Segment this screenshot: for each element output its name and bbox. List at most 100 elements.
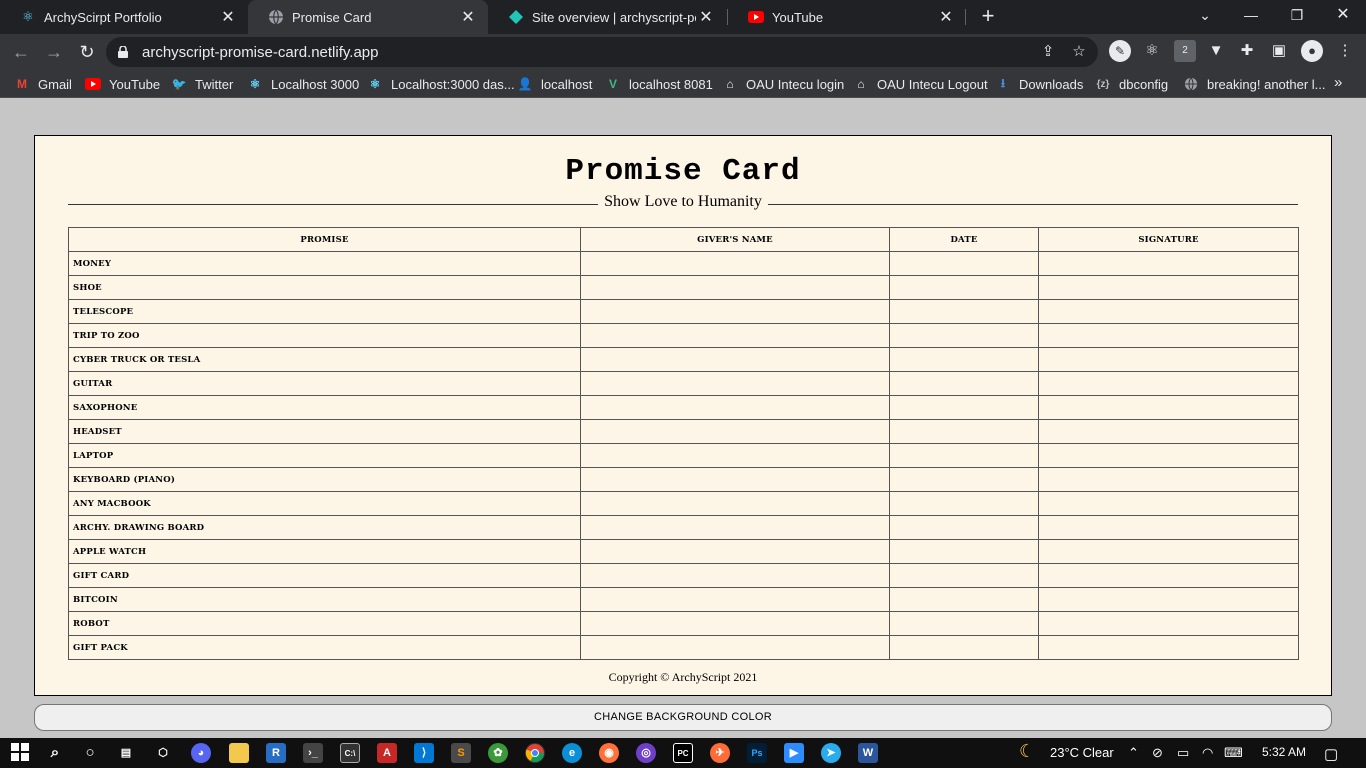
bookmark-twitter[interactable]: 🐦 Twitter bbox=[171, 76, 234, 92]
bookmark-downloads[interactable]: ⭳ Downloads bbox=[995, 76, 1083, 92]
new-tab-button[interactable]: + bbox=[976, 5, 1000, 29]
color-picker-extension-icon[interactable]: ✎ bbox=[1109, 40, 1131, 62]
vue-devtools-icon[interactable]: ▼ bbox=[1205, 40, 1227, 62]
tab-portfolio[interactable]: ⚛ ArchyScirpt Portfolio ✕ bbox=[0, 0, 248, 34]
battery-icon[interactable]: ▭ bbox=[1177, 745, 1189, 761]
bookmark-breaking[interactable]: breaking! another l... bbox=[1183, 76, 1326, 92]
table-row: Saxophone bbox=[68, 395, 1299, 420]
page-subtitle: Show Love to Humanity bbox=[598, 193, 768, 210]
photoshop-icon[interactable]: Ps bbox=[747, 743, 767, 763]
column-header-promise: Promise bbox=[68, 227, 581, 252]
zoom-icon[interactable]: ▶ bbox=[784, 743, 804, 763]
terminal-icon[interactable]: ›_ bbox=[303, 743, 323, 763]
share-icon[interactable]: ⇪ bbox=[1039, 43, 1057, 61]
giver-name-cell bbox=[580, 635, 890, 660]
bookmark-oau-login[interactable]: ⌂ OAU Intecu login bbox=[722, 76, 844, 92]
task-view-icon[interactable]: ▤ bbox=[116, 743, 136, 763]
date-cell bbox=[889, 323, 1039, 348]
tab-site-overview[interactable]: Site overview | archyscript-portfo ✕ bbox=[488, 0, 726, 34]
bookmark-label: Twitter bbox=[195, 76, 234, 92]
minimize-button[interactable]: — bbox=[1228, 0, 1274, 34]
menu-kebab-icon[interactable]: ⋮ bbox=[1334, 40, 1356, 62]
bookmark-label: YouTube bbox=[109, 76, 161, 92]
react-devtools-icon[interactable]: ⚛ bbox=[1141, 40, 1163, 62]
back-button[interactable]: ← bbox=[9, 40, 33, 64]
bookmarks-overflow-button[interactable]: » bbox=[1334, 74, 1342, 91]
network-off-icon[interactable]: ⊘ bbox=[1152, 745, 1163, 761]
file-explorer-icon[interactable] bbox=[229, 743, 249, 763]
moon-weather-icon[interactable]: ☾ bbox=[1019, 741, 1035, 762]
react-icon: ⚛ bbox=[369, 77, 381, 91]
maximize-button[interactable]: ❐ bbox=[1274, 0, 1320, 34]
close-icon[interactable]: ✕ bbox=[696, 7, 716, 27]
chrome-icon[interactable] bbox=[525, 743, 545, 763]
bookmark-localhost[interactable]: 👤 localhost bbox=[517, 76, 593, 92]
tab-search-button[interactable]: ⌄ bbox=[1182, 0, 1228, 34]
bookmark-label: OAU Intecu login bbox=[746, 76, 845, 92]
chevron-up-icon[interactable]: ⌃ bbox=[1128, 745, 1139, 761]
postman-icon[interactable]: ✈ bbox=[710, 743, 730, 763]
forward-button[interactable]: → bbox=[42, 40, 66, 64]
table-row: Apple Watch bbox=[68, 539, 1299, 564]
bookmark-oau-logout[interactable]: ⌂ OAU Intecu Logout bbox=[853, 76, 987, 92]
vscode-icon[interactable]: ⟩ bbox=[414, 743, 434, 763]
weather-text[interactable]: 23°C Clear bbox=[1050, 745, 1114, 760]
github-desktop-icon[interactable]: ◎ bbox=[636, 743, 656, 763]
pycharm-icon[interactable]: PC bbox=[673, 743, 693, 763]
r-studio-icon[interactable]: R bbox=[266, 743, 286, 763]
date-cell bbox=[889, 587, 1039, 612]
bookmark-localhost-8081[interactable]: V localhost 8081 bbox=[605, 76, 713, 92]
bookmark-localhost-dashboard[interactable]: ⚛ Localhost:3000 das... bbox=[367, 76, 515, 92]
promise-item-cell: Gift Card bbox=[68, 563, 581, 588]
lock-icon[interactable] bbox=[118, 45, 128, 58]
tab-youtube[interactable]: YouTube ✕ bbox=[728, 0, 966, 34]
command-prompt-icon[interactable]: C:\ bbox=[340, 743, 360, 763]
bookmark-star-icon[interactable]: ☆ bbox=[1070, 43, 1088, 61]
table-row: Gift Card bbox=[68, 563, 1299, 588]
date-cell bbox=[889, 515, 1039, 540]
firefox-icon[interactable]: ◉ bbox=[599, 743, 619, 763]
reload-button[interactable]: ↻ bbox=[75, 40, 99, 64]
date-cell bbox=[889, 275, 1039, 300]
change-background-color-button[interactable]: CHANGE BACKGROUND COLOR bbox=[34, 704, 1332, 731]
signature-cell bbox=[1038, 347, 1299, 372]
clock-time[interactable]: 5:32 AM bbox=[1262, 745, 1306, 759]
close-icon[interactable]: ✕ bbox=[218, 7, 238, 27]
discord-icon[interactable]: ◕ bbox=[191, 743, 211, 763]
profile-avatar-icon[interactable]: ● bbox=[1301, 40, 1323, 62]
edge-icon[interactable]: e bbox=[562, 743, 582, 763]
keyboard-icon[interactable]: ⌨ bbox=[1224, 745, 1243, 761]
word-icon[interactable]: W bbox=[858, 743, 878, 763]
cortana-icon[interactable]: ○ bbox=[80, 743, 100, 763]
acrobat-icon[interactable]: A bbox=[377, 743, 397, 763]
search-icon[interactable]: ⌕ bbox=[45, 743, 65, 763]
telegram-icon[interactable]: ➤ bbox=[821, 743, 841, 763]
signature-cell bbox=[1038, 563, 1299, 588]
table-row: Robot bbox=[68, 611, 1299, 636]
extensions-puzzle-icon[interactable]: ✚ bbox=[1236, 40, 1258, 62]
signature-cell bbox=[1038, 635, 1299, 660]
sublime-icon[interactable]: S bbox=[451, 743, 471, 763]
windows-start-icon[interactable] bbox=[10, 743, 30, 763]
globe-icon bbox=[268, 9, 284, 25]
bookmark-youtube[interactable]: YouTube bbox=[85, 76, 160, 92]
extension-badge-icon[interactable]: 2 bbox=[1174, 40, 1196, 62]
bookmark-localhost-3000[interactable]: ⚛ Localhost 3000 bbox=[247, 76, 360, 92]
table-row: Archy. Drawing Board bbox=[68, 515, 1299, 540]
tab-strip: ⚛ ArchyScirpt Portfolio ✕ Promise Card ✕… bbox=[0, 0, 1366, 34]
tab-promise-card[interactable]: Promise Card ✕ bbox=[248, 0, 488, 34]
bookmark-gmail[interactable]: M Gmail bbox=[14, 76, 72, 92]
close-window-button[interactable]: ✕ bbox=[1320, 0, 1366, 34]
wifi-icon[interactable]: ◠ bbox=[1202, 745, 1213, 761]
bookmark-dbconfig[interactable]: {z} dbconfig bbox=[1095, 76, 1169, 92]
3d-box-icon[interactable]: ⬡ bbox=[153, 743, 173, 763]
twitter-icon: 🐦 bbox=[171, 77, 187, 91]
side-panel-icon[interactable]: ▣ bbox=[1268, 40, 1290, 62]
giver-name-cell bbox=[580, 251, 890, 276]
close-icon[interactable]: ✕ bbox=[458, 7, 478, 27]
notifications-icon[interactable]: ▢ bbox=[1324, 745, 1338, 763]
app-icon[interactable]: ✿ bbox=[488, 743, 508, 763]
url-text: archyscript-promise-card.netlify.app bbox=[142, 44, 379, 61]
address-bar[interactable]: archyscript-promise-card.netlify.app ⇪ ☆ bbox=[106, 37, 1098, 67]
close-icon[interactable]: ✕ bbox=[936, 7, 956, 27]
